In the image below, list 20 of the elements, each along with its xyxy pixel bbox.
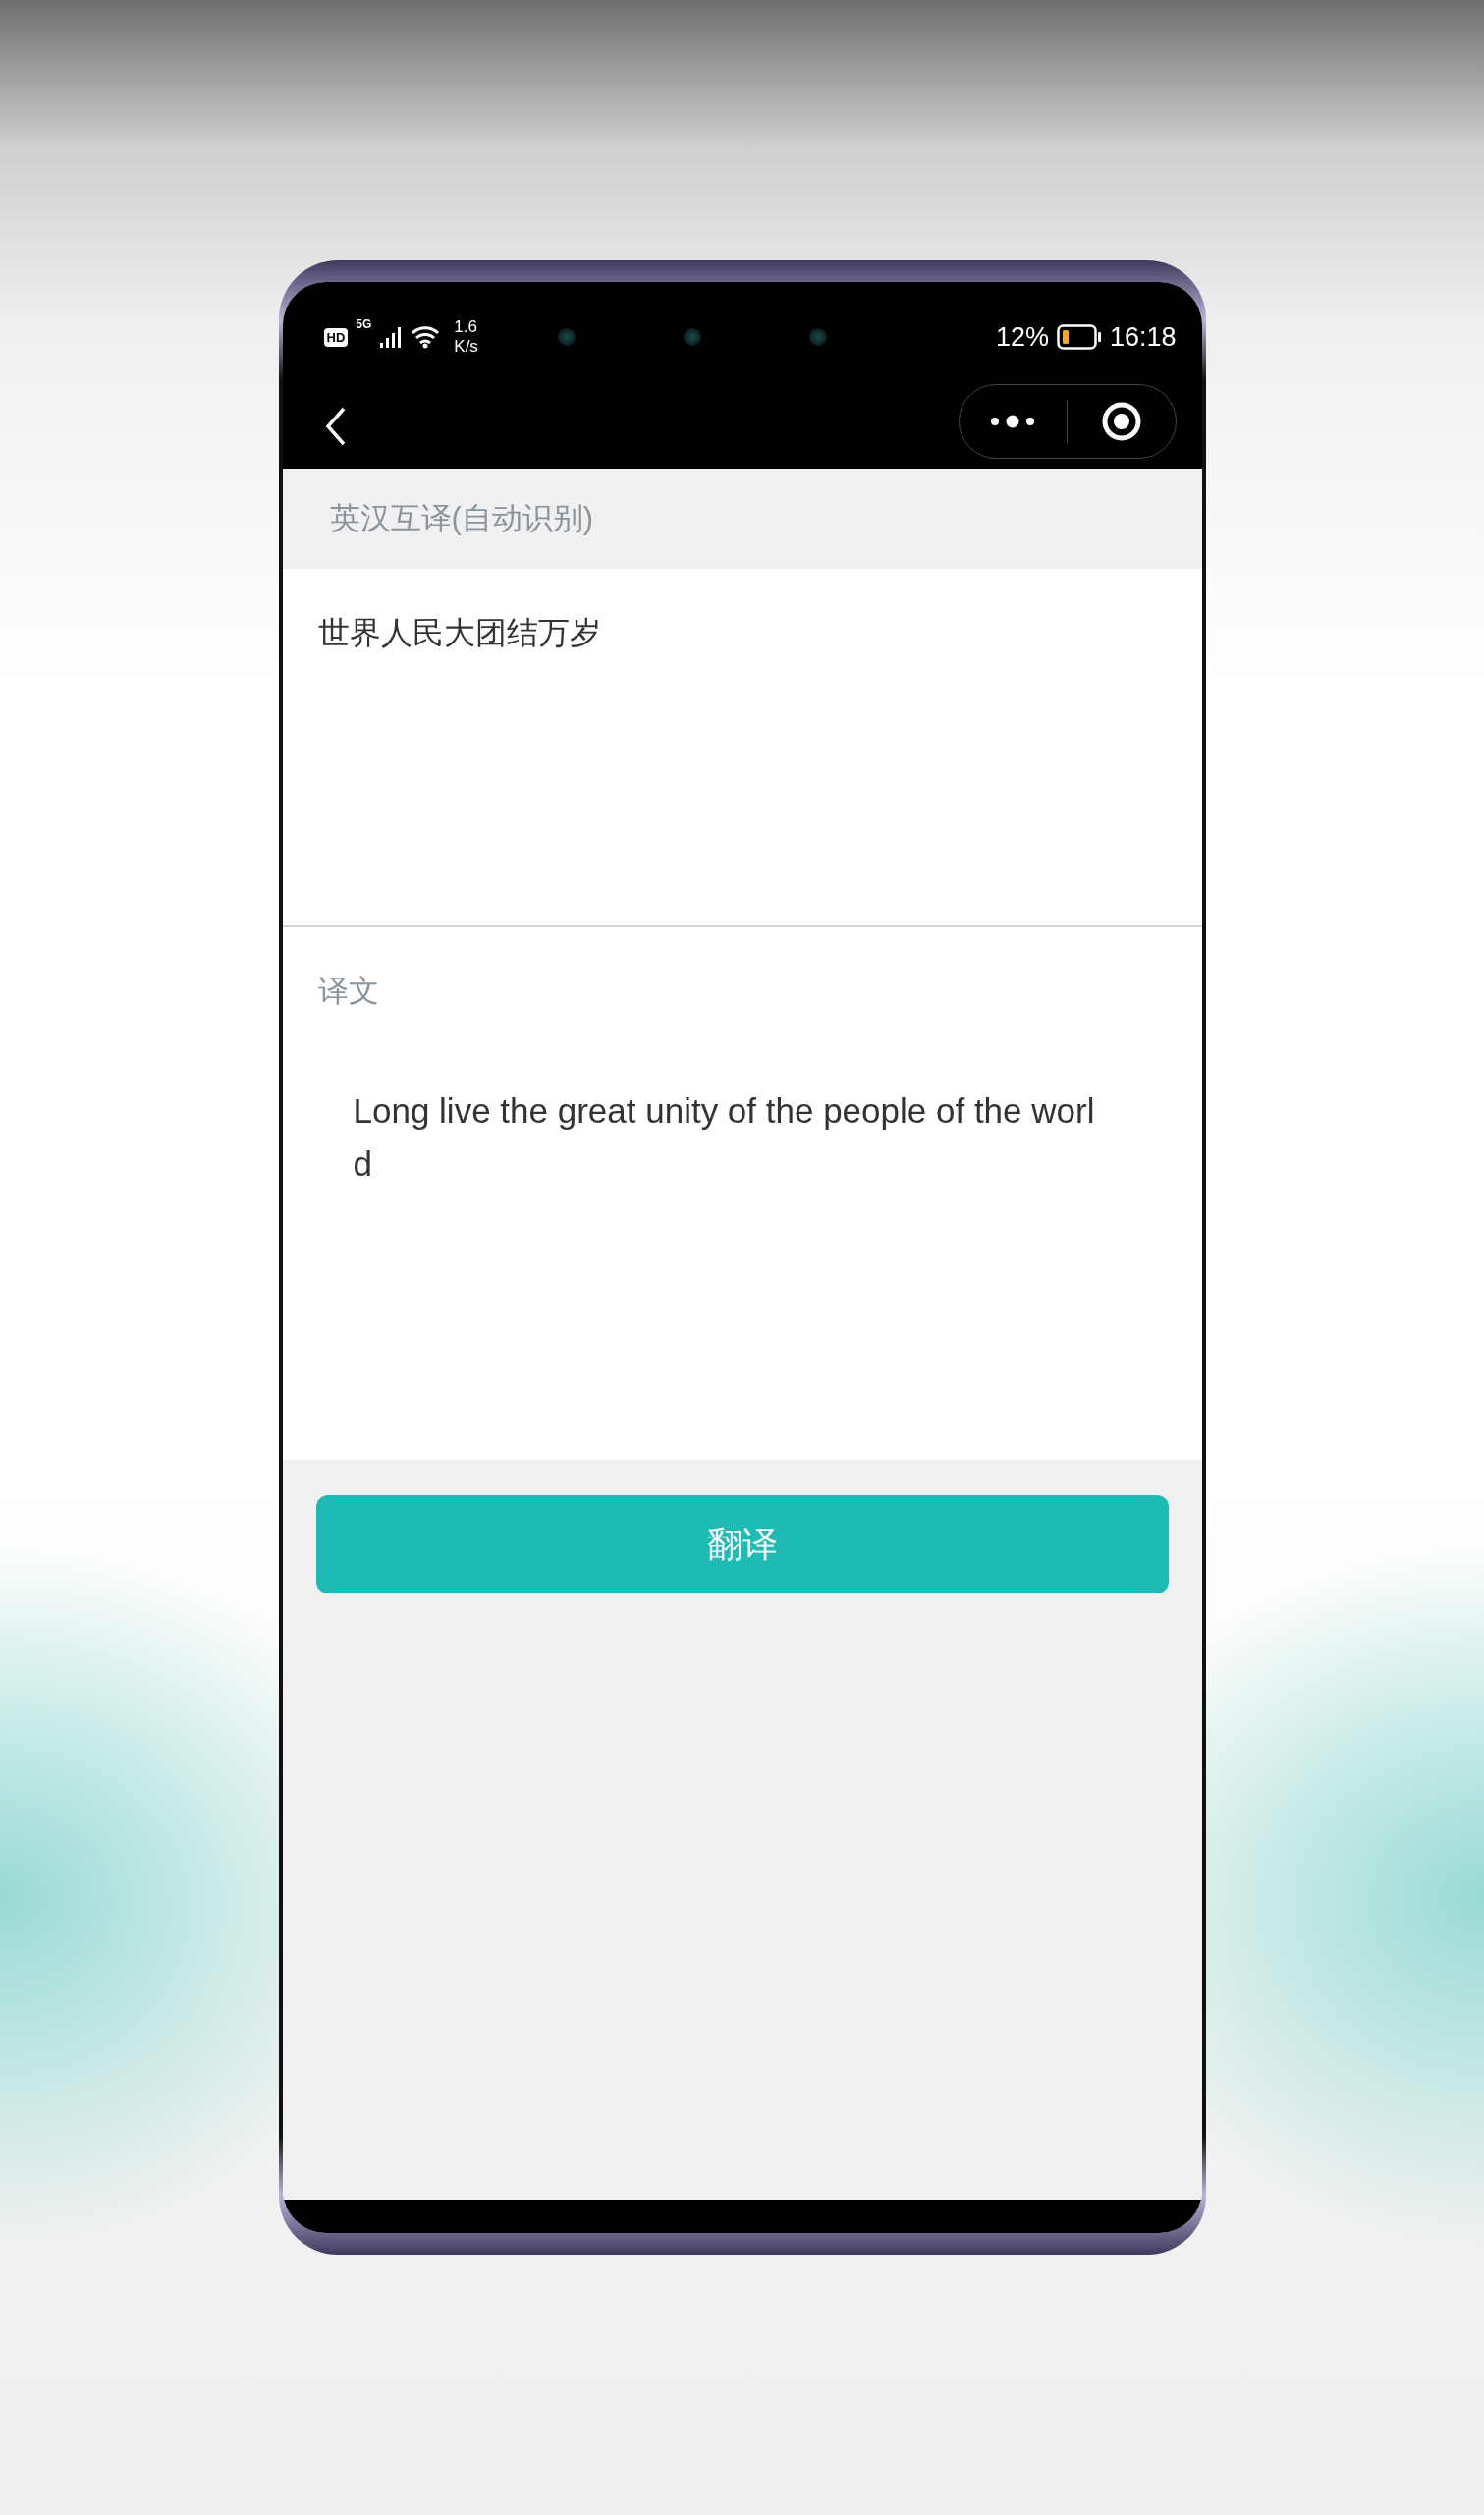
- camera-dot: [809, 328, 828, 346]
- translation-label: 译文: [317, 973, 380, 1010]
- back-button[interactable]: [323, 406, 348, 447]
- translation-text: Long live the great unity of the people of the world: [353, 1090, 1096, 1185]
- wifi-icon: [411, 325, 441, 349]
- signal-icon: [379, 325, 404, 349]
- camera-dot: [558, 328, 577, 346]
- network-label: 5G: [356, 317, 372, 331]
- speed-value: 1.6: [454, 317, 478, 337]
- back-icon: [323, 406, 348, 447]
- battery-icon: [1056, 324, 1102, 350]
- camera-dot: [684, 328, 702, 346]
- page-title: 英汉互译(自动识别): [329, 500, 594, 537]
- hd-badge: HD: [323, 327, 349, 347]
- speed-unit: K/s: [454, 337, 478, 357]
- target-icon: [1100, 401, 1142, 442]
- more-icon: [990, 415, 1036, 428]
- battery-percent: 12%: [995, 321, 1049, 353]
- source-text-field[interactable]: 世界人民大团结万岁: [282, 569, 1202, 927]
- clock-time: 16:18: [1109, 321, 1177, 353]
